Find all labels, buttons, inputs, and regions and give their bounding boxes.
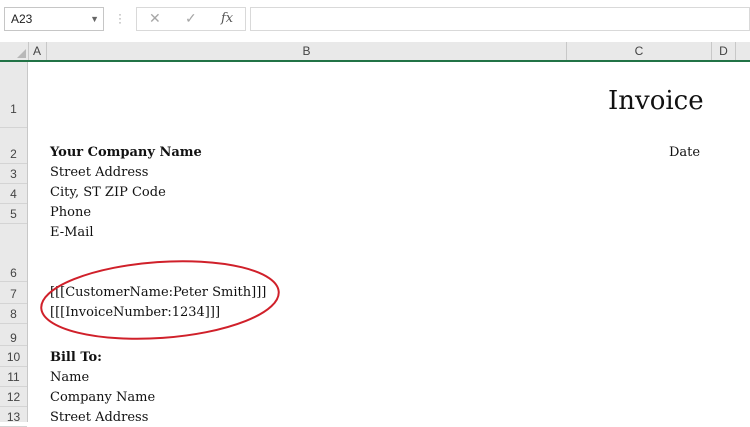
highlight-oval [40, 260, 280, 340]
highlight-ellipse [40, 260, 280, 340]
